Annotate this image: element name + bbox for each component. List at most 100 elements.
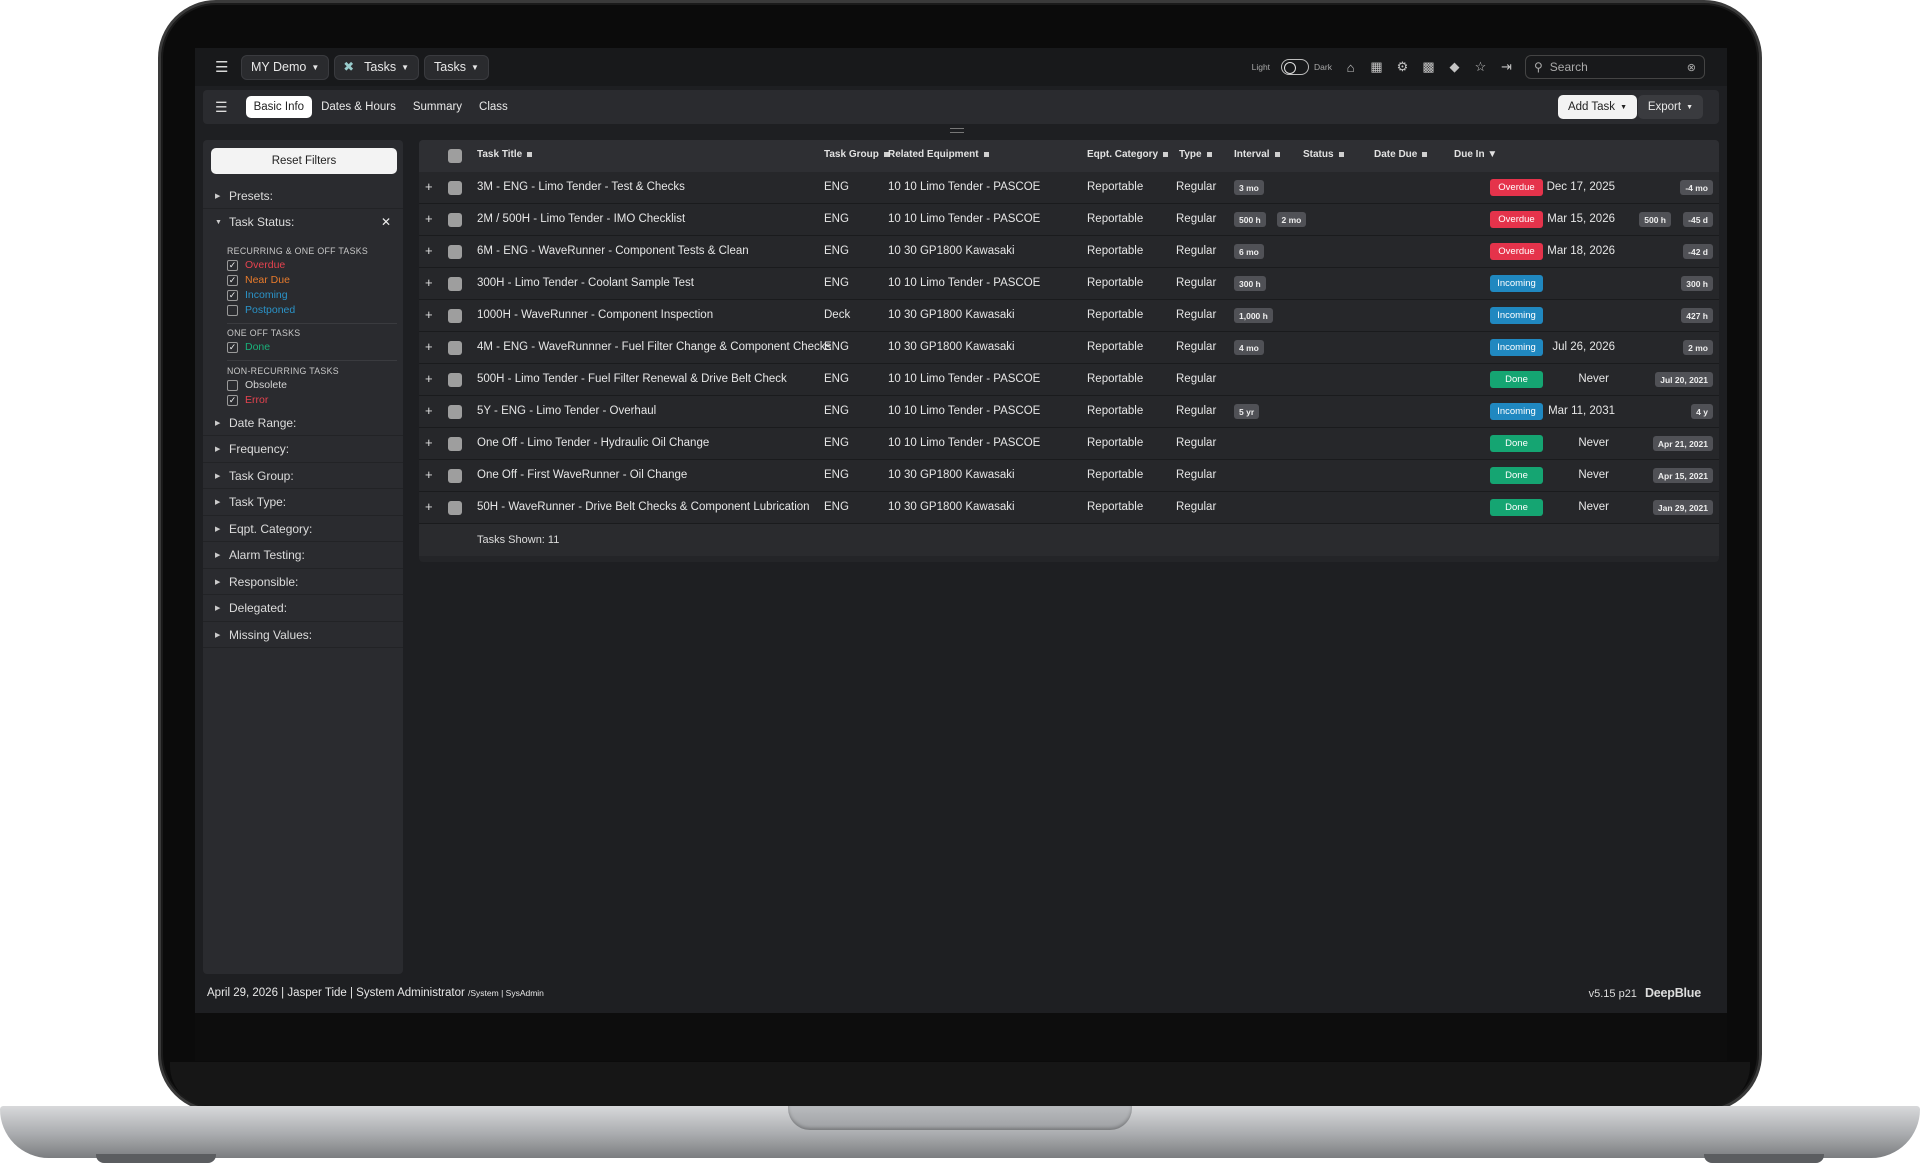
col-status[interactable]: Status — [1303, 149, 1344, 160]
star-icon[interactable]: ☆ — [1473, 59, 1488, 75]
row-checkbox[interactable] — [448, 245, 462, 259]
expand-row-icon[interactable]: + — [425, 467, 433, 482]
module-dropdown[interactable]: ✖ Tasks ▼ — [334, 54, 420, 80]
workspace-dropdown[interactable]: MY Demo ▼ — [241, 54, 330, 80]
table-row[interactable]: +5Y - ENG - Limo Tender - Overhaul ENG 10 … — [419, 396, 1719, 428]
table-row[interactable]: + One Off - First WaveRunner - Oil Change… — [419, 460, 1719, 492]
row-checkbox[interactable] — [448, 213, 462, 227]
row-checkbox[interactable] — [448, 373, 462, 387]
expand-row-icon[interactable]: + — [425, 243, 433, 258]
col-type[interactable]: Type — [1179, 149, 1212, 160]
add-task-button[interactable]: Add Task ▼ — [1557, 95, 1637, 119]
cell-task-title[interactable]: One Off - First WaveRunner - Oil Change — [477, 469, 687, 481]
close-icon[interactable]: ✕ — [381, 215, 391, 229]
clear-search-icon[interactable]: ⊗ — [1687, 61, 1696, 74]
direction-icon[interactable]: ◆ — [1447, 59, 1462, 75]
status-filter-obsolete[interactable]: Obsolete — [227, 377, 287, 393]
cell-task-title[interactable]: 4M - ENG - WaveRunnner - Fuel Filter Cha… — [477, 341, 831, 353]
filter-missingvalues[interactable]: ▶ Missing Values: — [203, 622, 403, 648]
qr-code-icon[interactable]: ▩ — [1421, 59, 1436, 75]
row-checkbox[interactable] — [448, 341, 462, 355]
table-row[interactable]: +500H - Limo Tender - Fuel Filter Renewa… — [419, 364, 1719, 396]
expand-row-icon[interactable]: + — [425, 339, 433, 354]
table-row[interactable]: +50H - WaveRunner - Drive Belt Checks & … — [419, 492, 1719, 524]
col-date-due[interactable]: Date Due — [1374, 149, 1428, 160]
cell-task-title[interactable]: 3M - ENG - Limo Tender - Test & Checks — [477, 181, 685, 193]
cell-task-title[interactable]: 5Y - ENG - Limo Tender - Overhaul — [477, 405, 656, 417]
col-related-equipment[interactable]: Related Equipment — [888, 149, 989, 160]
logout-icon[interactable]: ⇥ — [1499, 59, 1514, 75]
resize-handle[interactable] — [950, 128, 964, 133]
cell-task-title[interactable]: 1000H - WaveRunner - Component Inspectio… — [477, 309, 713, 321]
filter-eqptcategory[interactable]: ▶ Eqpt. Category: — [203, 516, 403, 542]
table-row[interactable]: +3M - ENG - Limo Tender - Test & Checks E… — [419, 172, 1719, 204]
expand-row-icon[interactable]: + — [425, 435, 433, 450]
expand-row-icon[interactable]: + — [425, 371, 433, 386]
search-box[interactable]: ⚲ Search ⊗ — [1525, 55, 1705, 79]
checkbox[interactable]: ✓ — [227, 341, 238, 353]
row-checkbox[interactable] — [448, 181, 462, 195]
cell-task-title[interactable]: 2M / 500H - Limo Tender - IMO Checklist — [477, 213, 685, 225]
col-interval[interactable]: Interval — [1234, 149, 1280, 160]
expand-row-icon[interactable]: + — [425, 179, 433, 194]
tab-dates-hours[interactable]: Dates & Hours — [313, 96, 404, 118]
menu-icon[interactable]: ☰ — [215, 99, 228, 116]
filter-task-status[interactable]: ▼ Task Status: ✕ — [203, 209, 403, 235]
table-row[interactable]: +4M - ENG - WaveRunnner - Fuel Filter Ch… — [419, 332, 1719, 364]
search-input[interactable]: Search — [1550, 60, 1588, 74]
table-row[interactable]: +6M - ENG - WaveRunner - Component Tests… — [419, 236, 1719, 268]
expand-row-icon[interactable]: + — [425, 211, 433, 226]
col-task-group[interactable]: Task Group — [824, 149, 889, 160]
tab-summary[interactable]: Summary — [405, 96, 470, 118]
expand-row-icon[interactable]: + — [425, 307, 433, 322]
cell-task-title[interactable]: One Off - Limo Tender - Hydraulic Oil Ch… — [477, 437, 709, 449]
checkbox[interactable]: ✓ — [227, 259, 238, 271]
cell-task-title[interactable]: 300H - Limo Tender - Coolant Sample Test — [477, 277, 694, 289]
checkbox[interactable]: ✓ — [227, 274, 238, 286]
checkbox[interactable] — [227, 304, 238, 316]
filter-tasktype[interactable]: ▶ Task Type: — [203, 490, 403, 516]
row-checkbox[interactable] — [448, 405, 462, 419]
gear-icon[interactable]: ⚙ — [1395, 59, 1410, 75]
checkbox[interactable]: ✓ — [227, 394, 238, 406]
export-button[interactable]: Export ▼ — [1637, 95, 1703, 119]
filter-responsible[interactable]: ▶ Responsible: — [203, 569, 403, 595]
col-task-title[interactable]: Task Title — [477, 149, 533, 160]
calendar-icon[interactable]: ▦ — [1369, 59, 1384, 75]
status-filter-overdue[interactable]: ✓ Overdue — [227, 257, 285, 273]
filter-delegated[interactable]: ▶ Delegated: — [203, 596, 403, 622]
cell-task-title[interactable]: 6M - ENG - WaveRunner - Component Tests … — [477, 245, 749, 257]
expand-row-icon[interactable]: + — [425, 403, 433, 418]
expand-row-icon[interactable]: + — [425, 275, 433, 290]
checkbox[interactable] — [227, 379, 238, 391]
home-icon[interactable]: ⌂ — [1343, 60, 1358, 75]
col-eqpt-category[interactable]: Eqpt. Category — [1087, 149, 1169, 160]
theme-toggle[interactable] — [1281, 59, 1310, 75]
filter-taskgroup[interactable]: ▶ Task Group: — [203, 463, 403, 489]
table-row[interactable]: +300H - Limo Tender - Coolant Sample Tes… — [419, 268, 1719, 300]
tab-class[interactable]: Class — [471, 96, 516, 118]
select-all-checkbox[interactable] — [448, 149, 462, 163]
filter-presets[interactable]: ▶ Presets: — [203, 183, 403, 209]
filter-alarmtesting[interactable]: ▶ Alarm Testing: — [203, 543, 403, 569]
status-filter-near-due[interactable]: ✓ Near Due — [227, 272, 290, 288]
row-checkbox[interactable] — [448, 437, 462, 451]
table-row[interactable]: + One Off - Limo Tender - Hydraulic Oil C… — [419, 428, 1719, 460]
table-row[interactable]: +2M / 500H - Limo Tender - IMO Checklist… — [419, 204, 1719, 236]
cell-task-title[interactable]: 500H - Limo Tender - Fuel Filter Renewal… — [477, 373, 787, 385]
status-filter-postponed[interactable]: Postponed — [227, 302, 295, 318]
row-checkbox[interactable] — [448, 501, 462, 515]
checkbox[interactable]: ✓ — [227, 289, 238, 301]
tab-basic-info[interactable]: Basic Info — [245, 96, 313, 118]
folder-stack-icon[interactable]: ☰ — [215, 58, 241, 76]
col-due-in[interactable]: Due In ▼ — [1454, 149, 1497, 160]
row-checkbox[interactable] — [448, 277, 462, 291]
expand-row-icon[interactable]: + — [425, 499, 433, 514]
status-filter-done[interactable]: ✓ Done — [227, 339, 270, 355]
row-checkbox[interactable] — [448, 469, 462, 483]
status-filter-incoming[interactable]: ✓ Incoming — [227, 287, 288, 303]
row-checkbox[interactable] — [448, 309, 462, 323]
reset-filters-button[interactable]: Reset Filters — [211, 148, 397, 174]
filter-frequency[interactable]: ▶ Frequency: — [203, 437, 403, 463]
table-row[interactable]: +1000H - WaveRunner - Component Inspecti… — [419, 300, 1719, 332]
